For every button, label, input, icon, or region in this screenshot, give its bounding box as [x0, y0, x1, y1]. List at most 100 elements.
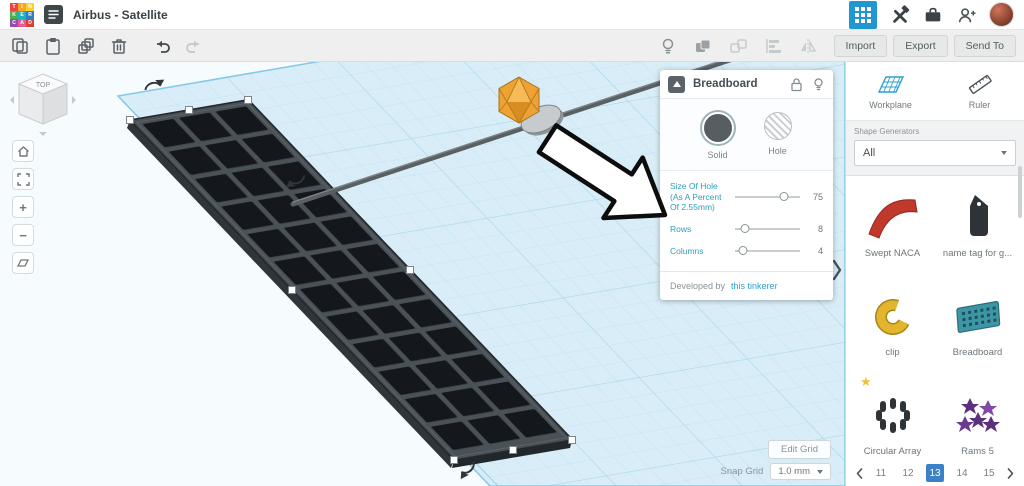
shape-item-circular-array[interactable]: ★ Circular Array: [850, 374, 935, 457]
design-title: Airbus - Satellite: [73, 7, 168, 22]
size-of-hole-slider[interactable]: [735, 191, 800, 202]
page-button[interactable]: 13: [926, 464, 944, 482]
snap-grid-select[interactable]: 1.0 mm: [770, 463, 831, 480]
columns-slider[interactable]: [735, 245, 800, 256]
history-tools: [151, 36, 205, 56]
workplane-label: Workplane: [869, 100, 912, 110]
avatar[interactable]: [989, 2, 1014, 27]
edit-grid-button[interactable]: Edit Grid: [768, 440, 831, 459]
io-actions: Import Export Send To: [833, 34, 1024, 57]
page-button[interactable]: 14: [953, 464, 971, 482]
logo-tile: T: [10, 2, 18, 11]
invite-user-button[interactable]: [956, 5, 976, 25]
page-button[interactable]: 12: [899, 464, 917, 482]
favorite-star-icon[interactable]: ★: [860, 374, 872, 390]
tools-button[interactable]: [890, 4, 910, 25]
selection-handle[interactable]: [185, 106, 193, 114]
slider-handle[interactable]: [740, 224, 750, 234]
logo-tile: A: [18, 18, 26, 27]
swept-naca-thumb: [867, 199, 918, 239]
inspector-header: Breadboard: [660, 70, 833, 99]
group-button[interactable]: [693, 36, 713, 56]
zoom-in-button[interactable]: +: [12, 196, 34, 218]
ruler-tool[interactable]: Ruler: [935, 62, 1024, 120]
ungroup-button[interactable]: [728, 36, 748, 56]
clip-thumb: [874, 299, 911, 335]
logo-tile: D: [26, 18, 34, 27]
fit-view-button[interactable]: [12, 168, 34, 190]
mirror-button[interactable]: [798, 36, 818, 56]
page-button[interactable]: 15: [980, 464, 998, 482]
shape-item-breadboard[interactable]: Breadboard: [935, 289, 1020, 358]
lock-button[interactable]: [789, 76, 803, 92]
paste-button[interactable]: [43, 36, 63, 56]
import-button[interactable]: Import: [833, 34, 888, 57]
copy-icon: [12, 37, 28, 54]
sidebar-scrollbar[interactable]: [1018, 166, 1022, 218]
viewcube-right-arrow-icon[interactable]: [72, 96, 76, 104]
collapse-panel-button[interactable]: [668, 75, 685, 93]
viewcube-down-arrow-icon[interactable]: [39, 132, 47, 136]
param-value: 75: [812, 191, 823, 202]
shape-item-name-tag[interactable]: name tag for g...: [935, 190, 1020, 259]
hole-option[interactable]: Hole: [763, 112, 792, 160]
selection-handle[interactable]: [509, 446, 517, 454]
tinkercad-logo[interactable]: T I N K E R C A D: [10, 2, 34, 27]
toolbox-icon: [925, 7, 941, 21]
snap-grid-value: 1.0 mm: [778, 466, 810, 477]
workplane-tool[interactable]: Workplane: [846, 62, 935, 120]
send-to-button[interactable]: Send To: [953, 34, 1016, 57]
zoom-out-button[interactable]: −: [12, 224, 34, 246]
shape-inspector-panel: Breadboard Solid Hole Size Of Hole (As A…: [660, 70, 833, 301]
logo-tile: K: [10, 10, 18, 19]
page-button[interactable]: 11: [872, 464, 890, 482]
grid-icon: [855, 6, 871, 23]
shape-item-rams-5[interactable]: Rams 5: [935, 388, 1020, 457]
view-cube[interactable]: TOP: [10, 68, 76, 143]
logo-tile: E: [18, 10, 26, 19]
developer-link[interactable]: this tinkerer: [731, 281, 778, 291]
shape-generators-dropdown[interactable]: All: [854, 140, 1016, 166]
rows-slider[interactable]: [735, 224, 800, 234]
selection-handle[interactable]: [244, 96, 252, 104]
selection-handle[interactable]: [126, 116, 134, 124]
home-view-button[interactable]: [12, 140, 34, 162]
slider-handle[interactable]: [738, 245, 748, 255]
show-all-button[interactable]: [658, 36, 678, 56]
viewcube-left-arrow-icon[interactable]: [10, 96, 14, 104]
param-columns: Columns 4: [670, 246, 823, 257]
caret-down-icon: [817, 469, 823, 474]
align-button[interactable]: [763, 36, 783, 56]
3d-viewport[interactable]: TOP + − Breadboard Solid Hole Size Of Ho…: [0, 62, 845, 486]
pagination-prev[interactable]: [856, 467, 863, 479]
selection-handle[interactable]: [406, 266, 414, 274]
selection-handle[interactable]: [288, 286, 296, 294]
design-menu-icon[interactable]: [44, 5, 63, 24]
chevron-up-icon: [672, 81, 681, 87]
delete-button[interactable]: [109, 36, 129, 56]
copy-button[interactable]: [10, 36, 30, 56]
undo-button[interactable]: [151, 36, 171, 56]
selection-handle[interactable]: [568, 436, 576, 444]
export-button[interactable]: Export: [893, 34, 948, 57]
shape-item-clip[interactable]: clip: [850, 289, 935, 358]
perspective-toggle-button[interactable]: [12, 252, 34, 274]
solid-option[interactable]: Solid: [701, 112, 734, 160]
tinkercad-app: T I N K E R C A D Airbus - Satellite Imp…: [0, 0, 1024, 486]
toolbox-button[interactable]: [923, 5, 943, 25]
developed-by-label: Developed by: [670, 281, 726, 292]
lightbulb-icon: [662, 38, 673, 54]
duplicate-button[interactable]: [76, 36, 96, 56]
redo-button[interactable]: [185, 36, 205, 56]
apps-grid-button[interactable]: [849, 0, 877, 29]
edit-toolbar: Import Export Send To: [0, 30, 1024, 62]
visibility-button[interactable]: [811, 76, 825, 92]
adjust-tools: [658, 36, 834, 56]
selection-handle[interactable]: [450, 456, 458, 464]
top-bar: T I N K E R C A D Airbus - Satellite: [0, 0, 1024, 30]
slider-handle[interactable]: [779, 191, 789, 201]
rams-5-thumb: [955, 398, 1000, 432]
shape-item-swept-naca[interactable]: Swept NACA: [850, 190, 935, 259]
pagination-next[interactable]: [1007, 467, 1014, 479]
document-icon: [44, 5, 63, 24]
